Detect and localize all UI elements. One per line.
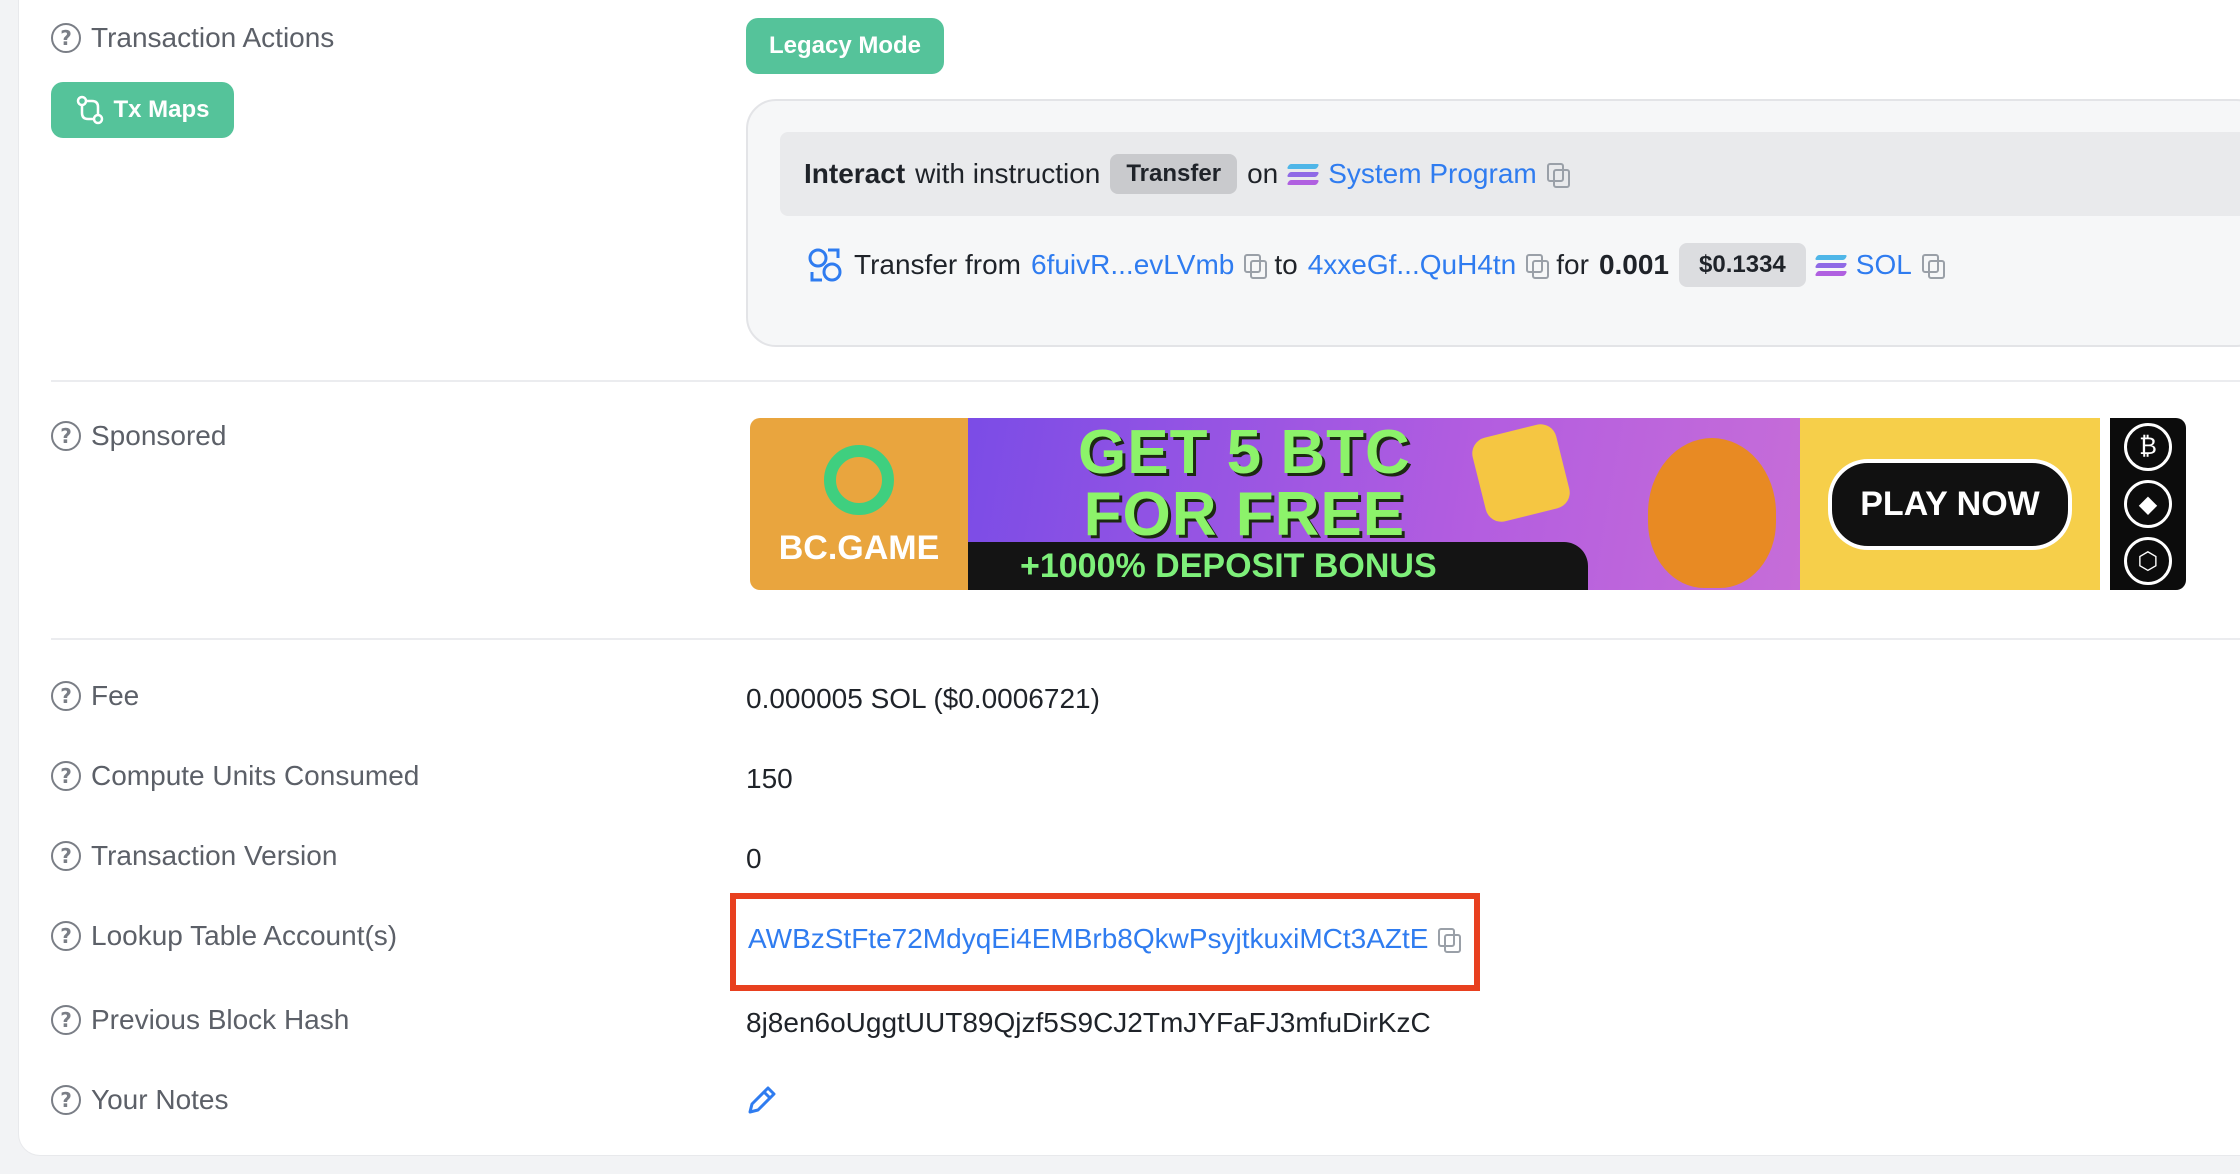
transaction-version-text: Transaction Version xyxy=(91,840,338,871)
chainlink-icon: ⬡ xyxy=(2124,537,2172,586)
sol-token-link[interactable]: SOL xyxy=(1856,249,1912,281)
with-instruction-text: with instruction xyxy=(915,158,1101,189)
compute-units-text: Compute Units Consumed xyxy=(91,760,420,791)
previous-block-hash-text: Previous Block Hash xyxy=(91,1004,350,1035)
copy-icon[interactable] xyxy=(1546,163,1570,188)
usd-value-chip: $0.1334 xyxy=(1679,243,1806,287)
help-icon[interactable]: ? xyxy=(51,23,81,53)
your-notes-text: Your Notes xyxy=(91,1084,229,1115)
transaction-version-value: 0 xyxy=(746,843,762,874)
ad-main-panel: GET 5 BTC FOR FREE +1000% DEPOSIT BONUS xyxy=(968,418,1800,590)
help-icon[interactable]: ? xyxy=(51,681,81,711)
divider xyxy=(51,638,2240,640)
copy-icon[interactable] xyxy=(1244,254,1268,279)
sponsored-banner[interactable]: BC.GAME GET 5 BTC FOR FREE +1000% DEPOSI… xyxy=(750,418,2200,590)
help-icon[interactable]: ? xyxy=(51,421,81,451)
transfer-prefix: Transfer from xyxy=(854,249,1021,280)
transaction-actions-text: Transaction Actions xyxy=(91,22,335,53)
sponsored-text: Sponsored xyxy=(91,420,227,451)
fee-value: 0.000005 SOL ($0.0006721) xyxy=(746,683,1100,714)
interact-text: Interact xyxy=(804,158,906,189)
transfer-arrows-icon xyxy=(808,248,842,282)
ad-play-panel: PLAY NOW xyxy=(1800,418,2100,590)
help-icon[interactable]: ? xyxy=(51,1085,81,1115)
help-icon[interactable]: ? xyxy=(51,921,81,951)
help-icon[interactable]: ? xyxy=(51,1005,81,1035)
instruction-header: Interact with instruction Transfer on Sy… xyxy=(780,132,2240,216)
for-text: for xyxy=(1556,249,1589,280)
system-program-link[interactable]: System Program xyxy=(1328,158,1537,190)
sponsored-label: ? Sponsored xyxy=(51,420,226,452)
lookup-table-text: Lookup Table Account(s) xyxy=(91,920,398,951)
tx-maps-label: Tx Maps xyxy=(113,96,210,123)
play-now-button[interactable]: PLAY NOW xyxy=(1828,458,2072,550)
fee-label: ? Fee xyxy=(51,680,139,712)
to-address-link[interactable]: 4xxeGf...QuH4tn xyxy=(1308,249,1517,281)
transaction-actions-label: ? Transaction Actions xyxy=(51,22,334,54)
legacy-mode-label: Legacy Mode xyxy=(768,32,922,59)
dice-icon xyxy=(1468,420,1574,526)
flow-map-icon xyxy=(77,95,104,125)
bc-game-logo: BC.GAME xyxy=(750,418,968,590)
bitcoin-bag-icon xyxy=(1648,438,1776,588)
divider xyxy=(51,380,2240,382)
ad-brand-text: BC.GAME xyxy=(778,529,940,567)
bc-game-mark-icon xyxy=(824,445,894,515)
compute-units-label: ? Compute Units Consumed xyxy=(51,760,419,792)
highlight-box xyxy=(730,893,1480,991)
lookup-table-label: ? Lookup Table Account(s) xyxy=(51,920,397,952)
pencil-icon[interactable] xyxy=(744,1082,780,1118)
copy-icon[interactable] xyxy=(1526,254,1550,279)
from-address-link[interactable]: 6fuivR...evLVmb xyxy=(1031,249,1234,281)
help-icon[interactable]: ? xyxy=(51,841,81,871)
compute-units-value: 150 xyxy=(746,763,793,794)
legacy-mode-button[interactable]: Legacy Mode xyxy=(746,18,944,74)
solana-logo-icon xyxy=(1814,254,1848,276)
transfer-row: Transfer from 6fuivR...evLVmb to 4xxeGf.… xyxy=(806,240,1945,290)
solana-logo-icon xyxy=(1286,163,1320,185)
ad-coin-strip: ₿ ◆ ⬡ xyxy=(2110,418,2186,590)
ad-headline-line-2: FOR FREE xyxy=(1083,480,1406,549)
previous-block-hash-label: ? Previous Block Hash xyxy=(51,1004,349,1036)
ad-headline: GET 5 BTC FOR FREE xyxy=(1078,422,1411,546)
help-icon[interactable]: ? xyxy=(51,761,81,791)
to-text: to xyxy=(1274,249,1298,280)
transfer-amount: 0.001 xyxy=(1598,249,1670,280)
your-notes-label: ? Your Notes xyxy=(51,1084,229,1116)
copy-icon[interactable] xyxy=(1921,254,1945,279)
ethereum-icon: ◆ xyxy=(2124,479,2172,528)
tx-maps-button[interactable]: Tx Maps xyxy=(51,82,234,138)
ad-bonus-text: +1000% DEPOSIT BONUS xyxy=(968,542,1588,590)
instruction-name-chip: Transfer xyxy=(1110,154,1238,194)
ad-headline-line-1: GET 5 BTC xyxy=(1078,418,1411,487)
previous-block-hash-value: 8j8en6oUggtUUT89Qjzf5S9CJ2TmJYFaFJ3mfuDi… xyxy=(746,1007,1431,1038)
transaction-version-label: ? Transaction Version xyxy=(51,840,337,872)
on-text: on xyxy=(1247,158,1279,189)
fee-text: Fee xyxy=(91,680,140,711)
bitcoin-icon: ₿ xyxy=(2124,422,2172,471)
